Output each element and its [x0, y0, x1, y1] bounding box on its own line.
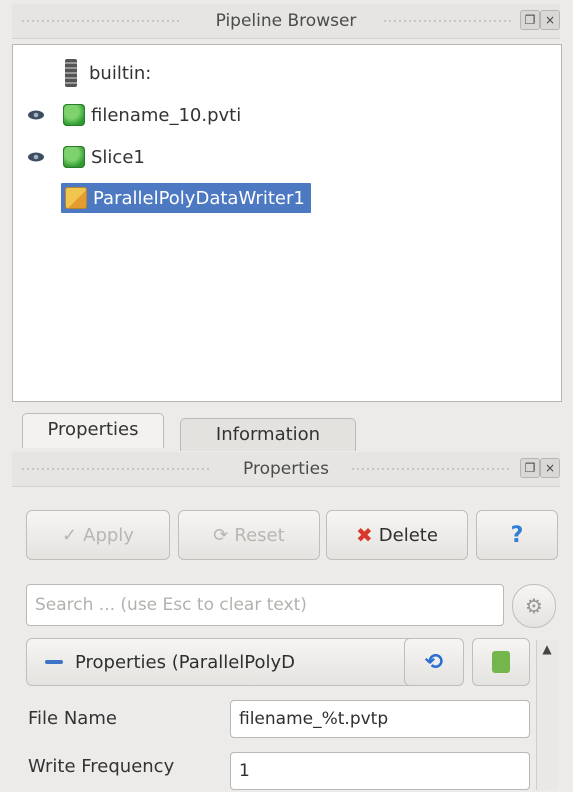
reload-icon: ⟲ — [424, 649, 444, 675]
write-frequency-label: Write Frequency — [28, 756, 175, 777]
reload-button[interactable]: ⟲ — [404, 638, 464, 686]
collapse-icon — [45, 660, 63, 664]
pipeline-browser-titlebar: Pipeline Browser ❐ × — [12, 4, 560, 39]
close-icon[interactable]: × — [540, 10, 560, 30]
titlebar-grip-right — [384, 20, 512, 22]
scroll-up-icon[interactable]: ▲ — [540, 642, 554, 660]
tree-item-label: Slice1 — [91, 146, 145, 168]
filter-cube-icon — [63, 146, 85, 168]
search-input[interactable]: Search ... (use Esc to clear text) — [26, 584, 504, 626]
apply-label: Apply — [83, 524, 134, 546]
properties-scrollbar[interactable]: ▲ — [536, 640, 557, 790]
section-header-label: Properties (ParallelPolyD — [75, 651, 296, 673]
titlebar-grip-right — [352, 468, 512, 470]
delete-button[interactable]: ✖ Delete — [326, 510, 468, 560]
file-name-value: filename_%t.pvtp — [239, 709, 389, 729]
tree-item-builtin[interactable]: builtin: — [65, 59, 151, 87]
advanced-search-button[interactable]: ⚙ — [512, 584, 556, 628]
file-name-input[interactable]: filename_%t.pvtp — [230, 700, 530, 738]
reset-button[interactable]: ⟳ Reset — [178, 510, 320, 560]
write-frequency-input[interactable]: 1 — [230, 752, 530, 790]
tree-item-source[interactable]: filename_10.pvti — [63, 101, 241, 129]
apply-button[interactable]: ✓ Apply — [26, 510, 170, 560]
close-icon[interactable]: × — [540, 458, 560, 478]
source-cube-icon — [63, 104, 85, 126]
user-icon — [492, 651, 510, 673]
writer-icon — [65, 187, 87, 209]
undock-icon[interactable]: ❐ — [520, 458, 540, 478]
tree-item-label: ParallelPolyDataWriter1 — [93, 187, 305, 209]
tree-item-label: filename_10.pvti — [91, 104, 242, 126]
tab-properties[interactable]: Properties — [22, 413, 164, 448]
eye-icon[interactable] — [27, 151, 45, 163]
help-icon: ? — [510, 522, 524, 548]
file-name-label: File Name — [28, 708, 117, 729]
search-placeholder: Search ... (use Esc to clear text) — [35, 595, 307, 615]
gear-icon: ⚙ — [525, 594, 543, 618]
apply-icon: ✓ — [62, 524, 78, 546]
delete-label: Delete — [378, 524, 438, 546]
tree-item-slice[interactable]: Slice1 — [63, 143, 145, 171]
tab-information[interactable]: Information — [180, 418, 356, 451]
section-toggle-button[interactable]: Properties (ParallelPolyD — [26, 638, 414, 686]
eye-icon[interactable] — [27, 109, 45, 121]
advanced-properties-button[interactable] — [472, 638, 530, 686]
reset-label: Reset — [234, 524, 285, 546]
pipeline-tree[interactable]: builtin: filename_10.pvti Slice1 Paralle… — [12, 44, 562, 402]
delete-icon: ✖ — [356, 523, 373, 547]
write-frequency-value: 1 — [239, 761, 250, 781]
help-button[interactable]: ? — [476, 510, 558, 560]
tree-item-label: builtin: — [89, 62, 152, 84]
tree-item-writer[interactable]: ParallelPolyDataWriter1 — [61, 183, 311, 213]
server-icon — [65, 59, 77, 87]
reset-icon: ⟳ — [213, 524, 229, 546]
properties-titlebar: Properties ❐ × — [12, 452, 560, 487]
undock-icon[interactable]: ❐ — [520, 10, 540, 30]
